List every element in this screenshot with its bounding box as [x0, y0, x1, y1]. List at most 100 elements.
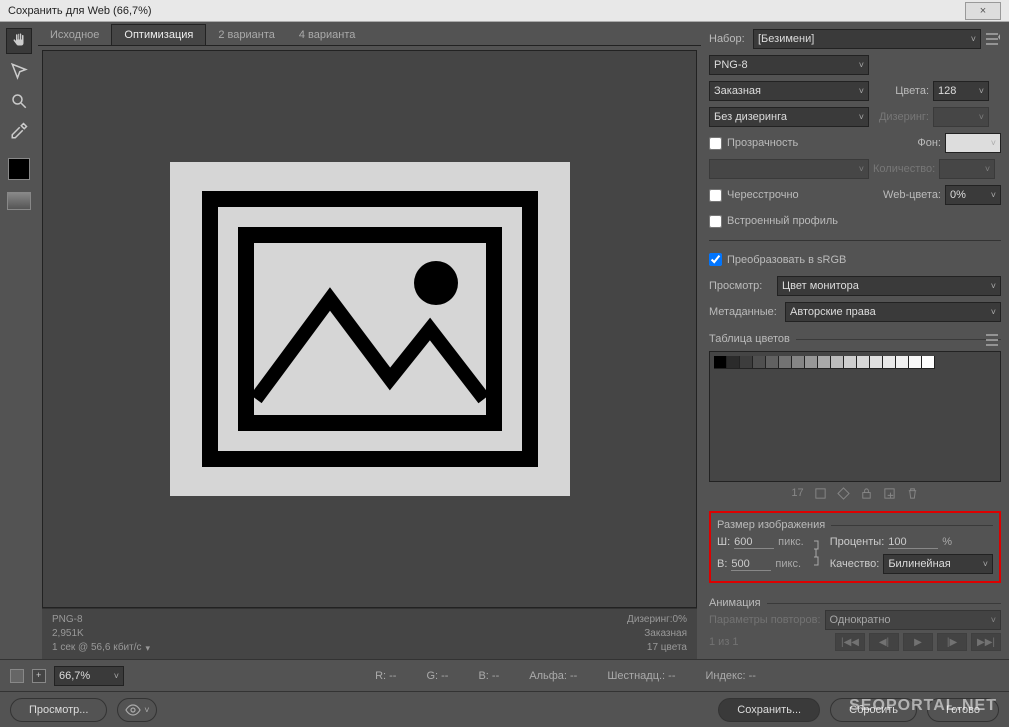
- panel-menu-icon[interactable]: [985, 32, 1001, 46]
- first-frame-button: |◀◀: [835, 633, 865, 651]
- width-label: Ш:: [717, 536, 730, 548]
- done-button[interactable]: Готово: [927, 698, 999, 722]
- speed-flyout-icon[interactable]: ▾: [146, 641, 156, 655]
- status-dither: Дизеринг:0%: [627, 613, 687, 627]
- info-r: R: --: [375, 670, 396, 682]
- tab-2up[interactable]: 2 варианта: [206, 25, 287, 45]
- percent-input[interactable]: [888, 536, 938, 549]
- new-swatch-icon[interactable]: [883, 487, 896, 500]
- color-swatch[interactable]: [805, 356, 818, 369]
- format-select[interactable]: PNG-8: [709, 55, 869, 75]
- save-button[interactable]: Сохранить...: [718, 698, 820, 722]
- slice-select-tool[interactable]: [6, 58, 32, 84]
- status-filesize: 2,951K: [52, 627, 160, 641]
- color-table-menu-icon[interactable]: [985, 333, 1001, 347]
- metadata-select[interactable]: Авторские права: [785, 302, 1001, 322]
- color-swatch[interactable]: [766, 356, 779, 369]
- colors-label: Цвета:: [873, 85, 929, 97]
- info-index: Индекс: --: [706, 670, 756, 682]
- preset-select[interactable]: [Безимени]: [753, 29, 981, 49]
- color-swatch[interactable]: [779, 356, 792, 369]
- status-palette: Заказная: [627, 627, 687, 641]
- preview-label: Просмотр:: [709, 280, 773, 292]
- lock-icon[interactable]: [860, 487, 873, 500]
- matte-select[interactable]: [945, 133, 1001, 153]
- width-unit: пикс.: [778, 536, 804, 548]
- animation-title: Анимация: [709, 597, 767, 609]
- diamond-icon[interactable]: [837, 487, 850, 500]
- tab-original[interactable]: Исходное: [38, 25, 111, 45]
- color-swatch[interactable]: [883, 356, 896, 369]
- height-input[interactable]: [731, 558, 771, 571]
- constrain-proportions-icon[interactable]: [810, 537, 824, 569]
- preview-status-bar: PNG-8 2,951K 1 сек @ 56,6 кбит/с▾ Дизери…: [42, 608, 697, 659]
- embed-profile-checkbox[interactable]: Встроенный профиль: [709, 215, 838, 228]
- color-swatch[interactable]: [922, 356, 935, 369]
- browser-preview-button[interactable]: [117, 698, 157, 722]
- foreground-color-swatch[interactable]: [8, 158, 30, 180]
- metadata-label: Метаданные:: [709, 306, 781, 318]
- quality-label: Качество:: [830, 558, 880, 570]
- window-title: Сохранить для Web (66,7%): [8, 5, 152, 17]
- zoom-select[interactable]: 66,7%: [54, 666, 124, 686]
- color-swatch[interactable]: [714, 356, 727, 369]
- preset-label: Набор:: [709, 33, 749, 45]
- cancel-button[interactable]: Сбросить: [830, 698, 917, 722]
- eyedropper-tool[interactable]: [6, 118, 32, 144]
- percent-label: Проценты:: [830, 536, 885, 548]
- color-swatch[interactable]: [870, 356, 883, 369]
- color-table-panel: [709, 351, 1001, 482]
- status-format: PNG-8: [52, 613, 160, 627]
- interlaced-checkbox[interactable]: Чересстрочно: [709, 189, 799, 202]
- color-swatch[interactable]: [753, 356, 766, 369]
- transparency-dither-select: [709, 159, 869, 179]
- quality-select[interactable]: Билинейная: [883, 554, 993, 574]
- settings-panel: Набор: [Безимени] PNG-8 Заказная Цвета: …: [701, 22, 1009, 659]
- tab-optimized[interactable]: Оптимизация: [111, 24, 206, 45]
- preview-select[interactable]: Цвет монитора: [777, 276, 1001, 296]
- websnap-select[interactable]: 0%: [945, 185, 1001, 205]
- transparency-checkbox[interactable]: Прозрачность: [709, 137, 798, 150]
- color-swatch[interactable]: [740, 356, 753, 369]
- preview-tabs: Исходное Оптимизация 2 варианта 4 вариан…: [38, 22, 701, 46]
- percent-unit: %: [942, 536, 952, 548]
- status-colors: 17 цвета: [627, 641, 687, 655]
- color-swatch[interactable]: [857, 356, 870, 369]
- info-bar: + 66,7% R: -- G: -- B: -- Альфа: -- Шест…: [0, 659, 1009, 691]
- color-swatch[interactable]: [831, 356, 844, 369]
- zoom-tool[interactable]: [6, 88, 32, 114]
- amount-label: Количество:: [873, 163, 935, 175]
- slice-options-icon-2[interactable]: +: [32, 669, 46, 683]
- frame-indicator: 1 из 1: [709, 636, 739, 648]
- color-swatch[interactable]: [792, 356, 805, 369]
- cube-icon[interactable]: [814, 487, 827, 500]
- websnap-label: Web-цвета:: [883, 189, 941, 201]
- palette-select[interactable]: Заказная: [709, 81, 869, 101]
- image-size-title: Размер изображения: [717, 519, 831, 531]
- toggle-slices-icon[interactable]: [7, 192, 31, 210]
- hand-tool[interactable]: [6, 28, 32, 54]
- slice-options-icon[interactable]: [10, 669, 24, 683]
- next-frame-button: |▶: [937, 633, 967, 651]
- info-alpha: Альфа: --: [529, 670, 577, 682]
- color-swatch[interactable]: [896, 356, 909, 369]
- height-unit: пикс.: [775, 558, 801, 570]
- loop-label: Параметры повторов:: [709, 614, 821, 626]
- convert-srgb-checkbox[interactable]: Преобразовать в sRGB: [709, 253, 846, 266]
- dither-label: Дизеринг:: [873, 111, 929, 123]
- width-input[interactable]: [734, 536, 774, 549]
- trash-icon[interactable]: [906, 487, 919, 500]
- last-frame-button: ▶▶|: [971, 633, 1001, 651]
- dither-amount-select: [933, 107, 989, 127]
- dither-method-select[interactable]: Без дизеринга: [709, 107, 869, 127]
- left-toolbar: [0, 22, 38, 659]
- color-swatch[interactable]: [909, 356, 922, 369]
- preview-canvas[interactable]: [42, 50, 697, 608]
- color-swatch[interactable]: [727, 356, 740, 369]
- colors-select[interactable]: 128: [933, 81, 989, 101]
- color-swatch[interactable]: [818, 356, 831, 369]
- preview-button[interactable]: Просмотр...: [10, 698, 107, 722]
- close-button[interactable]: ×: [965, 2, 1001, 20]
- color-swatch[interactable]: [844, 356, 857, 369]
- tab-4up[interactable]: 4 варианта: [287, 25, 368, 45]
